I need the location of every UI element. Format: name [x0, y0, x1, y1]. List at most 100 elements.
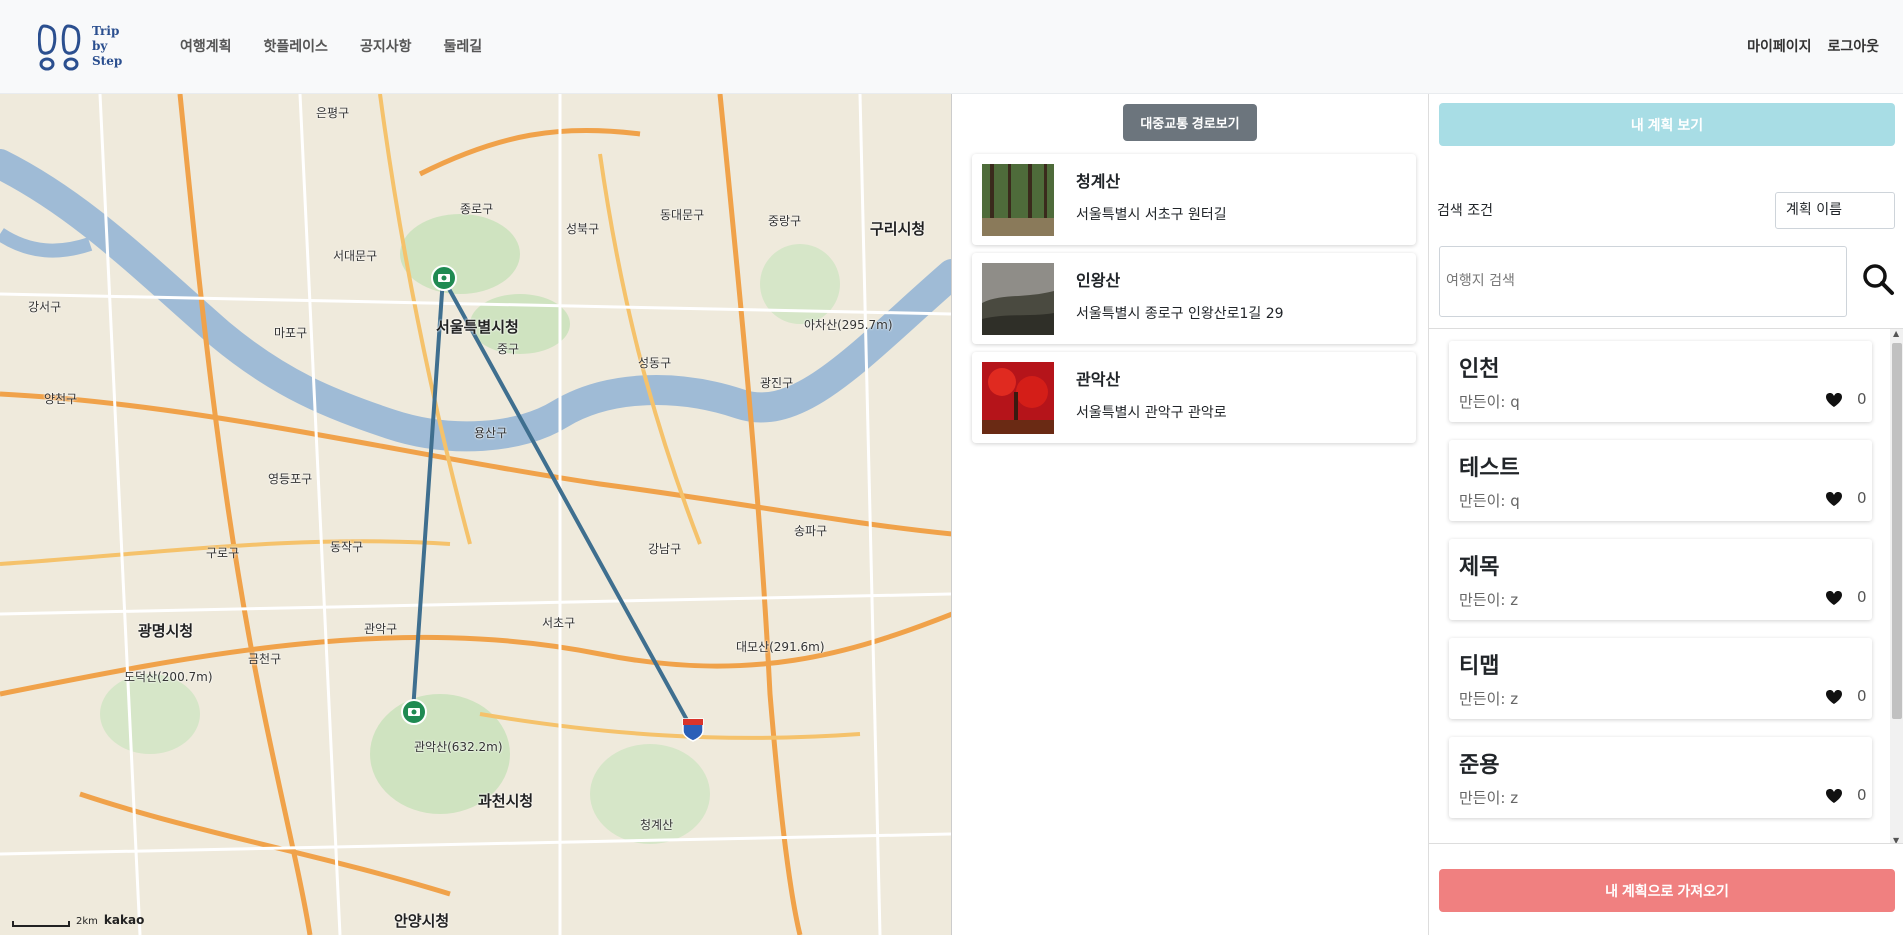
heart-icon[interactable]	[1825, 392, 1843, 408]
nav-trails[interactable]: 둘레길	[443, 36, 482, 56]
place-card[interactable]: 인왕산 서울특별시 종로구 인왕산로1길 29	[972, 253, 1416, 344]
map-label: 성동구	[638, 356, 672, 370]
map-label-peak: 청계산	[640, 818, 674, 832]
place-address: 서울특별시 서초구 원터길	[1076, 207, 1227, 223]
place-name: 청계산	[1076, 172, 1121, 191]
map-label: 구로구	[206, 546, 240, 560]
plan-card[interactable]: 인천 만든이: q 0	[1449, 341, 1872, 422]
scale-bar	[12, 921, 70, 927]
plan-maker: 만든이: q	[1459, 393, 1520, 411]
user-nav: 마이페이지 로그아웃	[1747, 36, 1879, 56]
map-label-gwacheon: 과천시청	[478, 792, 534, 810]
plan-card[interactable]: 제목 만든이: z 0	[1449, 539, 1872, 620]
map-scale: 2km kakao	[12, 913, 144, 927]
place-name: 관악산	[1076, 370, 1121, 389]
plan-panel: 내 계획 보기 검색 조건 계획 이름 여행지 검색 인천 만든이: q 0 테…	[1428, 94, 1903, 935]
logo-word-trip: Trip	[92, 24, 120, 38]
place-address: 서울특별시 관악구 관악로	[1076, 405, 1227, 421]
map-label: 동작구	[330, 540, 364, 554]
place-panel: 대중교통 경로보기 청계산 서울특별시 서초구 원터길 인왕산 서울특별시 종로…	[952, 94, 1428, 935]
site-logo[interactable]: Trip by Step	[37, 20, 128, 74]
plan-maker: 만든이: z	[1459, 690, 1519, 708]
footprints-icon	[37, 24, 81, 71]
nav-hot-places[interactable]: 핫플레이스	[264, 36, 328, 56]
map-label: 관악구	[364, 622, 398, 636]
map-label: 서대문구	[333, 249, 378, 263]
like-count: 0	[1857, 489, 1867, 507]
nav-notices[interactable]: 공지사항	[360, 36, 412, 56]
plan-card[interactable]: 테스트 만든이: q 0	[1449, 440, 1872, 521]
map-label-peak: 아차산(295.7m)	[804, 318, 893, 332]
search-icon[interactable]	[1861, 262, 1895, 296]
scale-text: 2km	[76, 916, 98, 927]
plan-maker: 만든이: z	[1459, 591, 1519, 609]
plan-title: 제목	[1459, 555, 1500, 580]
place-card[interactable]: 관악산 서울특별시 관악구 관악로	[972, 352, 1416, 443]
place-thumbnail	[982, 263, 1054, 335]
map-label: 금천구	[248, 652, 282, 666]
like-count: 0	[1857, 786, 1867, 804]
nav-travel-plan[interactable]: 여행계획	[180, 36, 232, 56]
plan-maker: 만든이: z	[1459, 789, 1519, 807]
map-brand: kakao	[103, 913, 145, 927]
heart-icon[interactable]	[1825, 788, 1843, 804]
camera-marker-icon[interactable]	[401, 699, 427, 725]
map-label: 동대문구	[660, 208, 705, 222]
map-label: 중랑구	[768, 214, 802, 228]
plan-title: 티맵	[1459, 654, 1500, 679]
map-label: 강서구	[28, 300, 62, 314]
map-label: 은평구	[316, 106, 350, 120]
plan-card[interactable]: 준용 만든이: z 0	[1449, 737, 1872, 818]
like-count: 0	[1857, 588, 1867, 606]
like-count: 0	[1857, 687, 1867, 705]
map-label: 종로구	[460, 202, 494, 216]
heart-icon[interactable]	[1825, 491, 1843, 507]
nav-mypage[interactable]: 마이페이지	[1747, 36, 1811, 56]
place-name: 인왕산	[1076, 271, 1121, 290]
heart-icon[interactable]	[1825, 689, 1843, 705]
map-label: 마포구	[274, 326, 308, 340]
map-label: 강남구	[648, 542, 682, 556]
map-label-anyang: 안양시청	[394, 912, 450, 930]
map-canvas	[0, 94, 951, 935]
logo-word-by: by	[92, 39, 108, 53]
scroll-up-arrow-icon[interactable]: ▲	[1893, 329, 1899, 338]
transit-route-button[interactable]: 대중교통 경로보기	[1123, 104, 1257, 141]
search-condition-select[interactable]: 계획 이름	[1775, 192, 1895, 229]
map-label: 용산구	[474, 426, 508, 440]
main-nav: 여행계획 핫플레이스 공지사항 둘레길	[180, 36, 482, 56]
plan-list-scrollbar[interactable]: ▲ ▼	[1890, 329, 1903, 843]
scroll-down-arrow-icon[interactable]: ▼	[1893, 836, 1899, 843]
highway-marker-icon[interactable]	[681, 717, 705, 743]
plan-maker: 만든이: q	[1459, 492, 1520, 510]
my-plan-button[interactable]: 내 계획 보기	[1439, 103, 1895, 146]
kakao-map[interactable]: 은평구 종로구 서대문구 서울특별시청 중구 성북구 동대문구 중랑구 구리시청…	[0, 94, 952, 935]
heart-icon[interactable]	[1825, 590, 1843, 606]
map-label-peak: 대모산(291.6m)	[736, 640, 825, 654]
destination-search-input[interactable]: 여행지 검색	[1439, 246, 1847, 317]
plan-card[interactable]: 티맵 만든이: z 0	[1449, 638, 1872, 719]
map-label: 광진구	[760, 376, 794, 390]
camera-marker-icon[interactable]	[431, 265, 457, 291]
map-label: 양천구	[44, 392, 78, 406]
search-condition-label: 검색 조건	[1437, 203, 1493, 219]
map-label-peak: 관악산(632.2m)	[414, 740, 503, 754]
plan-title: 인천	[1459, 357, 1500, 382]
map-label: 영등포구	[268, 472, 313, 486]
place-card[interactable]: 청계산 서울특별시 서초구 원터길	[972, 154, 1416, 245]
nav-logout[interactable]: 로그아웃	[1827, 36, 1879, 56]
map-label: 서초구	[542, 616, 576, 630]
map-label-gwangmyeong: 광명시청	[138, 622, 194, 640]
map-label-peak: 도덕산(200.7m)	[124, 670, 213, 684]
plan-title: 테스트	[1459, 456, 1520, 481]
map-label: 성북구	[566, 222, 600, 236]
place-thumbnail	[982, 362, 1054, 434]
place-address: 서울특별시 종로구 인왕산로1길 29	[1076, 306, 1284, 322]
map-label-guri: 구리시청	[870, 220, 926, 238]
import-to-my-plan-button[interactable]: 내 계획으로 가져오기	[1439, 869, 1895, 912]
logo-text: Trip by Step	[92, 24, 122, 69]
plan-list[interactable]: 인천 만든이: q 0 테스트 만든이: q 0 제목 만든이: z 0 티맵 …	[1429, 328, 1903, 844]
map-label: 송파구	[794, 524, 828, 538]
map-label-city-hall: 서울특별시청	[436, 318, 519, 336]
scroll-thumb[interactable]	[1892, 343, 1902, 719]
